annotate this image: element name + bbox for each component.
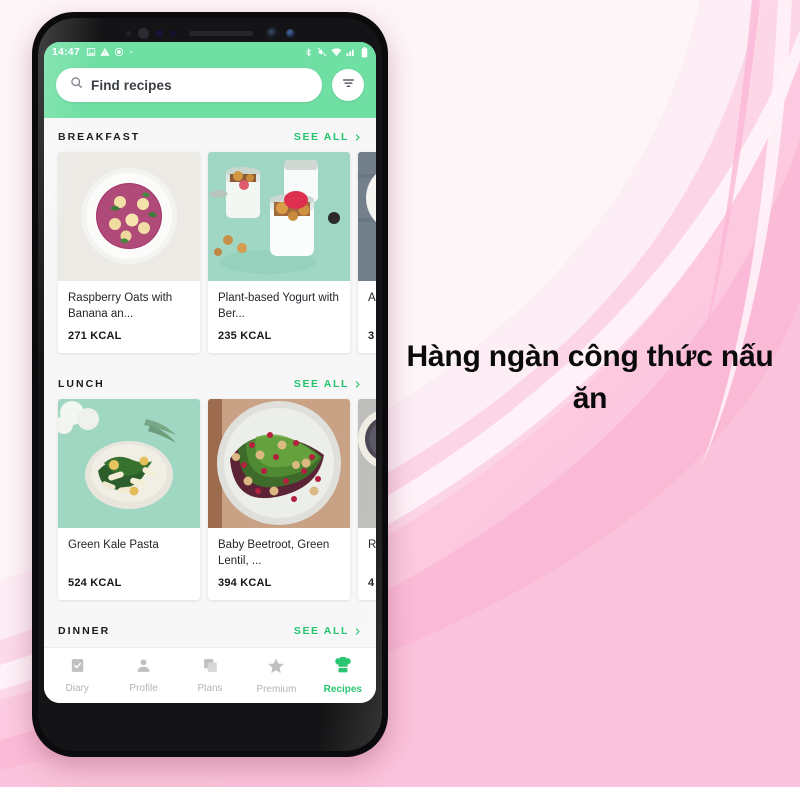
- section-title: BREAKFAST: [58, 131, 141, 143]
- proximity-sensor-icon: [125, 30, 131, 36]
- battery-icon: [361, 46, 368, 58]
- recipe-card[interactable]: A B 3: [358, 152, 376, 353]
- see-all-label: SEE ALL: [293, 378, 349, 390]
- chevron-right-icon: [355, 380, 360, 388]
- plans-icon: [202, 657, 219, 679]
- section-title: LUNCH: [58, 378, 105, 390]
- profile-icon: [135, 657, 152, 679]
- card-rail[interactable]: Green Kale Pasta 524 KCAL Baby Beetroot,…: [44, 399, 376, 612]
- recipe-card[interactable]: Baby Beetroot, Green Lentil, ... 394 KCA…: [208, 399, 350, 600]
- recipe-kcal: 524 KCAL: [68, 577, 122, 589]
- search-placeholder: Find recipes: [91, 77, 172, 93]
- recipe-card[interactable]: R 4: [358, 399, 376, 600]
- recipe-card[interactable]: Plant-based Yogurt with Ber... 235 KCAL: [208, 152, 350, 353]
- recipe-kcal: 235 KCAL: [218, 330, 272, 342]
- app-header: 14:47 Find recipes: [44, 42, 376, 132]
- chef-hat-icon: [334, 655, 352, 680]
- section-dinner: DINNER SEE ALL: [44, 612, 376, 646]
- recipe-thumbnail: [358, 399, 376, 528]
- bluetooth-icon: [304, 47, 313, 58]
- section-lunch: LUNCH SEE ALL Green Kale Pasta 524 KCAL …: [44, 365, 376, 612]
- recipe-thumbnail: [208, 152, 350, 281]
- status-time: 14:47: [52, 46, 80, 58]
- recipe-title: Green Kale Pasta: [68, 539, 159, 551]
- nav-label: Profile: [129, 683, 158, 694]
- see-all-dinner[interactable]: SEE ALL: [294, 625, 362, 637]
- earpiece-speaker: [188, 30, 253, 36]
- section-header: LUNCH SEE ALL: [44, 365, 376, 399]
- status-bar: 14:47: [44, 42, 376, 62]
- iris-sensor-icon: [155, 29, 163, 37]
- recipe-title: R: [368, 539, 376, 551]
- recipe-title: Plant-based Yogurt with Ber...: [218, 292, 339, 320]
- recipe-thumbnail: [58, 152, 200, 281]
- recipe-title: Baby Beetroot, Green Lentil, ...: [218, 539, 330, 567]
- bottom-navigation: Diary Profile Plans Premium Recipes: [44, 647, 376, 703]
- recipe-feed[interactable]: BREAKFAST SEE ALL Raspberry Oats with Ba…: [44, 118, 376, 703]
- nav-label: Recipes: [323, 683, 362, 695]
- nav-item-recipes[interactable]: Recipes: [310, 655, 376, 695]
- mute-icon: [317, 47, 327, 57]
- nav-label: Plans: [197, 683, 223, 694]
- recipe-title: A B: [368, 292, 376, 304]
- nav-item-plans[interactable]: Plans: [177, 657, 243, 694]
- recipe-thumbnail: [58, 399, 200, 528]
- dot-icon: [128, 49, 134, 55]
- page-title: Hàng ngàn công thức nấu ăn: [406, 340, 774, 415]
- chevron-right-icon: [355, 133, 360, 141]
- recipe-kcal: 394 KCAL: [218, 577, 272, 589]
- card-rail[interactable]: Raspberry Oats with Banana an... 271 KCA…: [44, 152, 376, 365]
- recipe-kcal: 271 KCAL: [68, 330, 122, 342]
- see-all-label: SEE ALL: [293, 131, 349, 143]
- chevron-right-icon: [355, 627, 360, 635]
- image-icon: [86, 47, 96, 57]
- signal-icon: [346, 47, 357, 57]
- see-all-lunch[interactable]: SEE ALL: [294, 378, 362, 390]
- section-header: DINNER SEE ALL: [44, 612, 376, 646]
- phone-sensor-row: [38, 24, 382, 42]
- section-header: BREAKFAST SEE ALL: [44, 118, 376, 152]
- wifi-icon: [331, 47, 342, 57]
- record-circle-icon: [114, 47, 124, 57]
- diary-icon: [69, 657, 86, 679]
- recipe-kcal: 3: [368, 330, 375, 342]
- star-icon: [267, 657, 285, 680]
- recipe-thumbnail: [208, 399, 350, 528]
- light-sensor-icon: [169, 30, 176, 36]
- filter-button[interactable]: [332, 69, 364, 101]
- nav-item-premium[interactable]: Premium: [243, 657, 309, 695]
- nav-label: Premium: [256, 683, 297, 695]
- search-row: Find recipes: [44, 62, 376, 104]
- recipe-thumbnail: [358, 152, 376, 281]
- nav-item-diary[interactable]: Diary: [44, 657, 110, 694]
- front-camera-icon: [137, 27, 149, 39]
- filter-icon: [341, 75, 356, 95]
- warning-triangle-icon: [100, 47, 110, 57]
- nav-label: Diary: [65, 683, 89, 694]
- see-all-breakfast[interactable]: SEE ALL: [294, 131, 362, 143]
- iris-camera-icon: [285, 28, 295, 38]
- search-icon: [70, 76, 83, 94]
- nav-item-profile[interactable]: Profile: [110, 657, 176, 694]
- phone-device: 14:47 Find recipes BREAKFAST SEE ALL Ras…: [32, 12, 388, 757]
- phone-screen: 14:47 Find recipes BREAKFAST SEE ALL Ras…: [44, 42, 376, 703]
- recipe-kcal: 4: [368, 577, 375, 589]
- search-input[interactable]: Find recipes: [56, 68, 322, 102]
- recipe-card[interactable]: Green Kale Pasta 524 KCAL: [58, 399, 200, 600]
- selfie-camera-icon: [265, 26, 279, 40]
- recipe-title: Raspberry Oats with Banana an...: [68, 292, 173, 320]
- recipe-card[interactable]: Raspberry Oats with Banana an... 271 KCA…: [58, 152, 200, 353]
- see-all-label: SEE ALL: [293, 625, 349, 637]
- section-title: DINNER: [58, 625, 111, 637]
- section-breakfast: BREAKFAST SEE ALL Raspberry Oats with Ba…: [44, 118, 376, 365]
